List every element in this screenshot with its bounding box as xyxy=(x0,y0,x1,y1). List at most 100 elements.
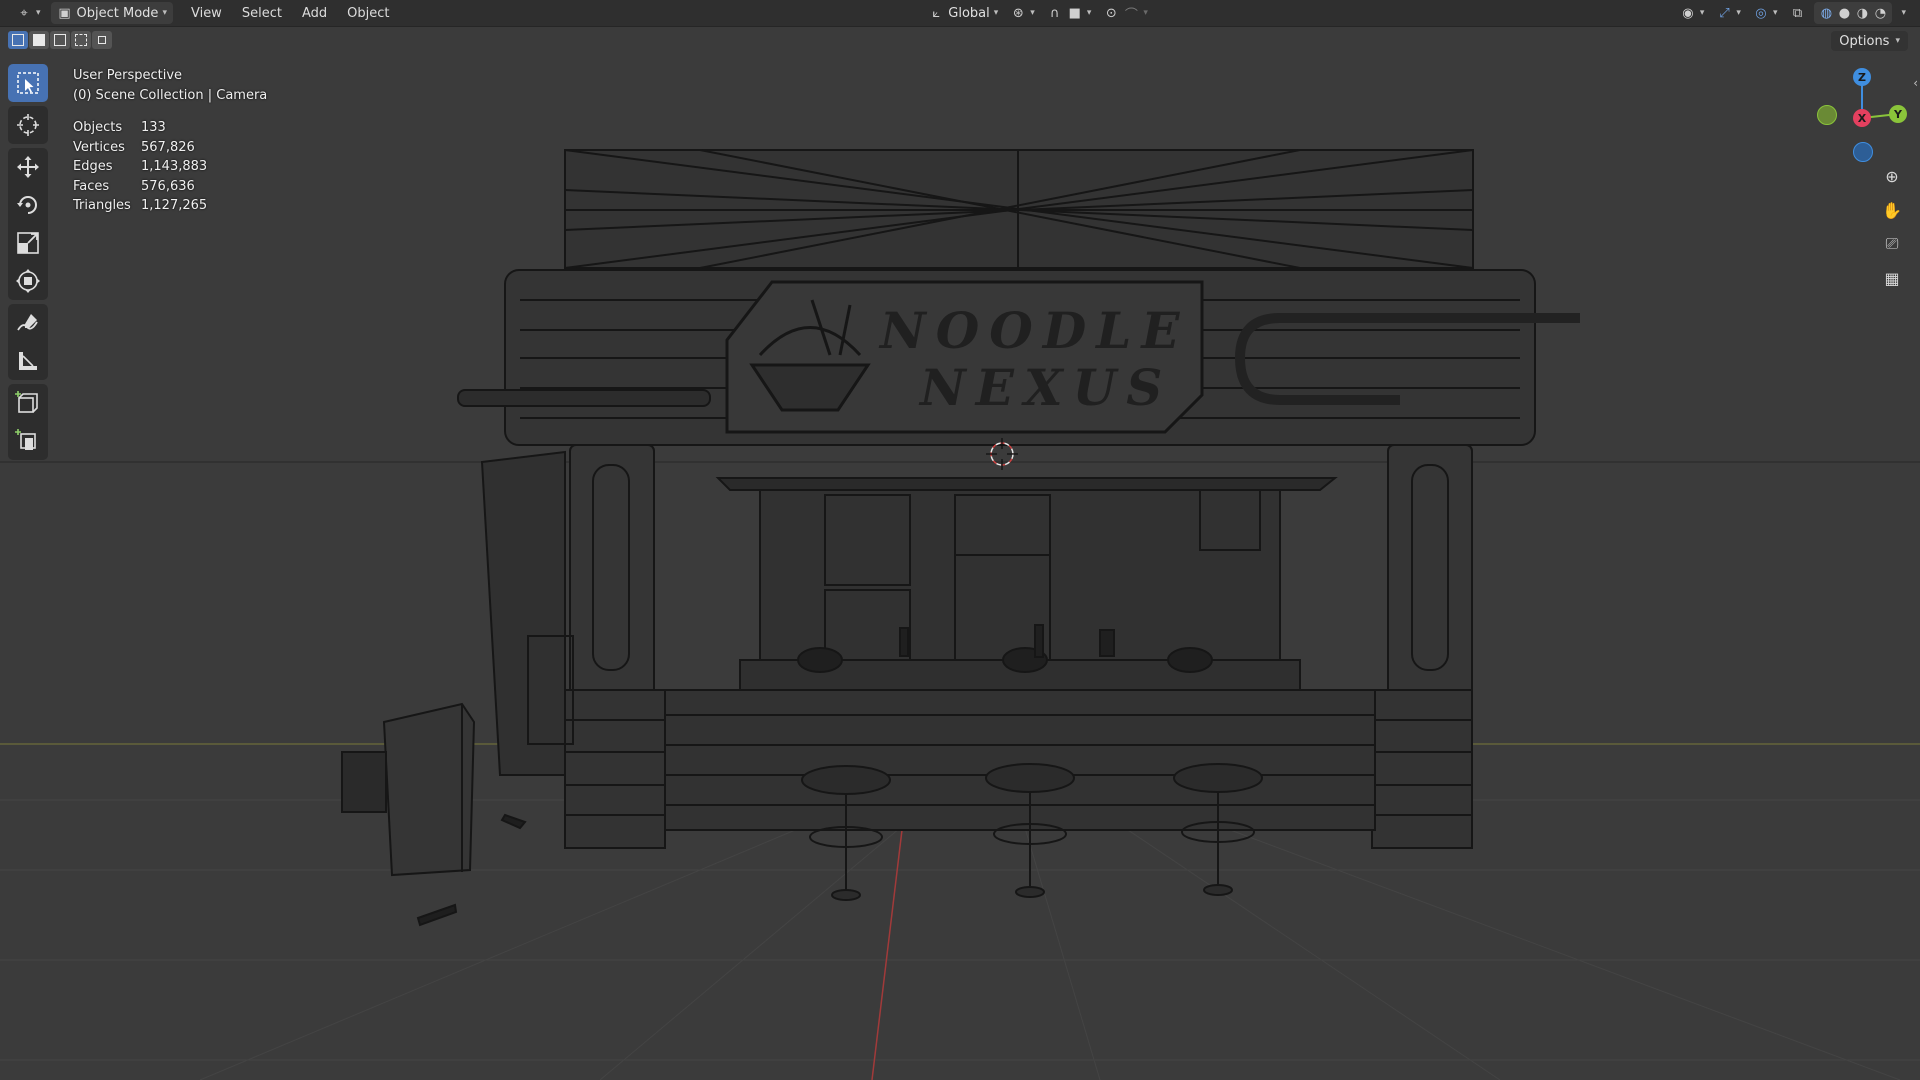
orientation-label: Global xyxy=(948,5,990,21)
stat-row: Triangles 1,127,265 xyxy=(73,198,208,213)
select-intersect-icon[interactable] xyxy=(92,31,112,49)
overlays-toggle[interactable]: ◎ ▾ xyxy=(1747,2,1784,24)
chevron-down-icon: ▾ xyxy=(1736,8,1741,18)
stat-row: Vertices 567,826 xyxy=(73,139,195,155)
chevron-left-icon[interactable]: ‹ xyxy=(1913,76,1918,90)
gizmo-toggle[interactable]: ⤢ ▾ xyxy=(1710,2,1747,24)
3d-viewport[interactable]: NOODLE NEXUS ⌖ ▾ ▣ Object Mode ▾ View Se… xyxy=(0,0,1920,1080)
rotate-icon xyxy=(17,196,37,214)
select-box-icon xyxy=(17,72,39,94)
transform-icon xyxy=(16,269,40,293)
tool-cursor[interactable] xyxy=(8,106,48,144)
stat-row: Edges 1,143,883 xyxy=(73,159,208,174)
xray-toggle[interactable]: ⧉ xyxy=(1783,2,1811,24)
tool-scale[interactable] xyxy=(8,224,48,262)
move-icon xyxy=(17,156,39,178)
tool-transform[interactable] xyxy=(8,262,48,300)
options-button[interactable]: Options ▾ xyxy=(1831,31,1908,51)
stat-row: Faces 576,636 xyxy=(73,178,195,194)
overlays-icon: ◎ xyxy=(1755,5,1767,21)
editor-type-icon: ⌖ xyxy=(20,5,28,21)
chevron-down-icon: ▾ xyxy=(162,8,167,18)
falloff-icon: ⌒ xyxy=(1124,7,1138,23)
pivot-icon: ⊛ xyxy=(1012,5,1024,21)
chevron-down-icon: ▾ xyxy=(1030,8,1035,18)
rendered-shading-icon[interactable]: ◔ xyxy=(1872,5,1888,21)
scale-icon xyxy=(17,232,39,254)
perspective-label: User Perspective xyxy=(73,68,183,83)
chevron-down-icon: ▾ xyxy=(1901,8,1906,18)
tool-select-box[interactable] xyxy=(8,64,48,102)
chevron-down-icon: ▾ xyxy=(1895,36,1900,46)
select-new-icon[interactable] xyxy=(8,31,28,49)
select-extend-icon[interactable] xyxy=(29,31,49,49)
select-subtract-icon[interactable] xyxy=(50,31,70,49)
proportional-edit-icon: ⊙ xyxy=(1105,5,1117,21)
sign-line1: NOODLE xyxy=(878,301,1189,360)
tool-add-object[interactable] xyxy=(8,422,48,460)
stat-row: Objects 133 xyxy=(73,120,166,135)
annotate-icon xyxy=(17,314,38,331)
gizmo-neg-z-axis[interactable] xyxy=(1853,142,1873,162)
tool-measure[interactable] xyxy=(8,342,48,380)
menu-select[interactable]: Select xyxy=(232,2,292,24)
collection-label: (0) Scene Collection | Camera xyxy=(73,88,268,103)
navigation-buttons: ⊕ ✋ ⎚ ▦ xyxy=(1878,162,1906,292)
scene-statistics: Objects 133 Vertices 567,826 Edges 1,143,88… xyxy=(73,118,267,216)
zoom-icon[interactable]: ⊕ xyxy=(1878,162,1906,190)
kiosk-wireframe xyxy=(341,149,1580,927)
y-axis-line xyxy=(871,829,903,1080)
sign-line2: NEXUS xyxy=(918,358,1172,417)
editor-type-button[interactable]: ⌖ ▾ xyxy=(10,2,47,24)
orientation-icon: ⟀ xyxy=(932,5,941,21)
camera-view-icon[interactable]: ⎚ xyxy=(1878,230,1906,258)
tool-move[interactable] xyxy=(8,148,48,186)
pivot-point-selector[interactable]: ⊛ ▾ xyxy=(1004,2,1041,24)
selection-mode-buttons xyxy=(8,31,112,49)
cursor-icon xyxy=(17,114,39,136)
chevron-down-icon: ▾ xyxy=(1699,8,1705,18)
tool-rotate[interactable] xyxy=(8,186,48,224)
tool-add-cube[interactable] xyxy=(8,384,48,422)
mode-label: Object Mode xyxy=(76,5,159,21)
mode-selector[interactable]: ▣ Object Mode ▾ xyxy=(50,2,173,24)
eye-icon: ◉ xyxy=(1682,5,1694,21)
transform-orientation-selector[interactable]: ⟀ Global ▾ xyxy=(922,2,1004,24)
wireframe-shading-icon[interactable]: ◍ xyxy=(1818,5,1834,21)
shading-options[interactable]: ▾ xyxy=(1895,2,1912,24)
gizmo-z-axis[interactable]: Z xyxy=(1853,68,1871,86)
chevron-down-icon: ▾ xyxy=(1143,8,1148,18)
pan-hand-icon[interactable]: ✋ xyxy=(1878,196,1906,224)
menu-add[interactable]: Add xyxy=(292,2,337,24)
material-shading-icon[interactable]: ◑ xyxy=(1854,5,1870,21)
menu-object[interactable]: Object xyxy=(337,2,399,24)
magnet-icon: ∩ xyxy=(1050,5,1060,21)
gizmo-icon: ⤢ xyxy=(1719,5,1730,21)
select-invert-icon[interactable] xyxy=(71,31,91,49)
add-object-icon xyxy=(15,429,36,450)
chevron-down-icon: ▾ xyxy=(36,8,41,18)
gizmo-neg-y-axis[interactable] xyxy=(1817,105,1837,125)
menu-view[interactable]: View xyxy=(181,2,232,24)
gizmo-y-axis[interactable]: Y xyxy=(1889,105,1907,123)
chevron-down-icon: ▾ xyxy=(1772,8,1778,18)
snapping-toggle[interactable]: ∩ ■ ▾ xyxy=(1041,2,1098,24)
chevron-down-icon: ▾ xyxy=(1086,8,1092,18)
add-cube-icon xyxy=(15,391,38,413)
wireframe-scene: NOODLE NEXUS xyxy=(0,149,1920,1080)
chevron-down-icon: ▾ xyxy=(993,8,999,18)
object-mode-icon: ▣ xyxy=(58,5,71,21)
xray-icon: ⧉ xyxy=(1792,5,1803,21)
tool-annotate[interactable] xyxy=(8,304,48,342)
visibility-selector[interactable]: ◉ ▾ xyxy=(1674,2,1711,24)
tool-shelf xyxy=(8,64,48,460)
options-label: Options xyxy=(1839,33,1890,49)
solid-shading-icon[interactable]: ● xyxy=(1836,5,1852,21)
snap-target-icon: ■ xyxy=(1068,5,1081,21)
viewport-info: User Perspective (0) Scene Collection | … xyxy=(73,66,267,216)
viewport-header: ⌖ ▾ ▣ Object Mode ▾ View Select Add Obje… xyxy=(0,0,1920,27)
gizmo-x-axis[interactable]: X xyxy=(1853,109,1871,127)
grid-view-icon[interactable]: ▦ xyxy=(1878,264,1906,292)
proportional-editing-toggle[interactable]: ⊙ ⌒ ▾ xyxy=(1097,2,1154,24)
measure-icon xyxy=(19,352,37,370)
